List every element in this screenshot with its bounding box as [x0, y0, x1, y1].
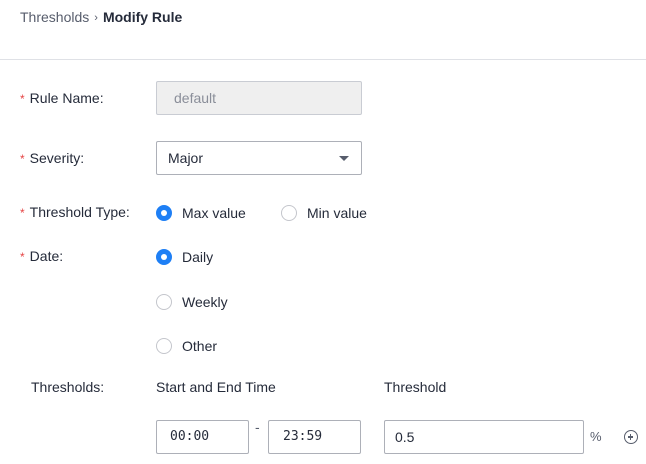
radio-other-label: Other	[182, 338, 218, 354]
breadcrumb-thresholds-link[interactable]: Thresholds	[20, 9, 89, 25]
radio-other[interactable]: Other	[156, 338, 217, 354]
radio-min-value-label: Min value	[307, 205, 367, 221]
radio-checked-icon	[156, 249, 172, 265]
rule-name-input: default	[156, 81, 362, 115]
radio-unchecked-icon	[156, 294, 172, 310]
threshold-value-input[interactable]: 0.5	[384, 420, 584, 454]
column-header-time: Start and End Time	[156, 379, 276, 395]
radio-weekly[interactable]: Weekly	[156, 294, 228, 310]
column-header-threshold: Threshold	[384, 379, 447, 395]
header-divider	[0, 59, 646, 60]
required-mark: *	[20, 92, 25, 106]
date-label: * Date:	[20, 248, 64, 264]
required-mark: *	[20, 152, 25, 166]
time-range-separator: -	[255, 419, 260, 435]
page-title: Modify Rule	[102, 9, 183, 25]
rule-name-label: * Rule Name:	[20, 90, 104, 106]
radio-unchecked-icon	[281, 205, 297, 221]
add-circle-icon[interactable]	[624, 430, 638, 444]
required-mark: *	[20, 206, 25, 220]
severity-label: * Severity:	[20, 150, 85, 166]
radio-min-value[interactable]: Min value	[281, 205, 367, 221]
radio-max-value-label: Max value	[182, 205, 246, 221]
severity-select[interactable]: Major	[156, 141, 362, 175]
radio-daily[interactable]: Daily	[156, 249, 213, 265]
thresholds-label: Thresholds:	[31, 379, 105, 395]
start-time-input[interactable]: 00:00	[156, 420, 249, 454]
radio-checked-icon	[156, 205, 172, 221]
threshold-type-label: * Threshold Type:	[20, 204, 130, 220]
radio-unchecked-icon	[156, 338, 172, 354]
end-time-input[interactable]: 23:59	[268, 420, 361, 454]
breadcrumb: Thresholds › Modify Rule	[20, 9, 182, 25]
radio-weekly-label: Weekly	[182, 294, 228, 310]
percent-unit: %	[590, 429, 602, 444]
radio-max-value[interactable]: Max value	[156, 205, 246, 221]
severity-value: Major	[168, 150, 204, 166]
radio-daily-label: Daily	[182, 249, 214, 265]
chevron-down-icon	[339, 156, 349, 161]
breadcrumb-chevron-icon: ›	[94, 12, 98, 24]
required-mark: *	[20, 250, 25, 264]
